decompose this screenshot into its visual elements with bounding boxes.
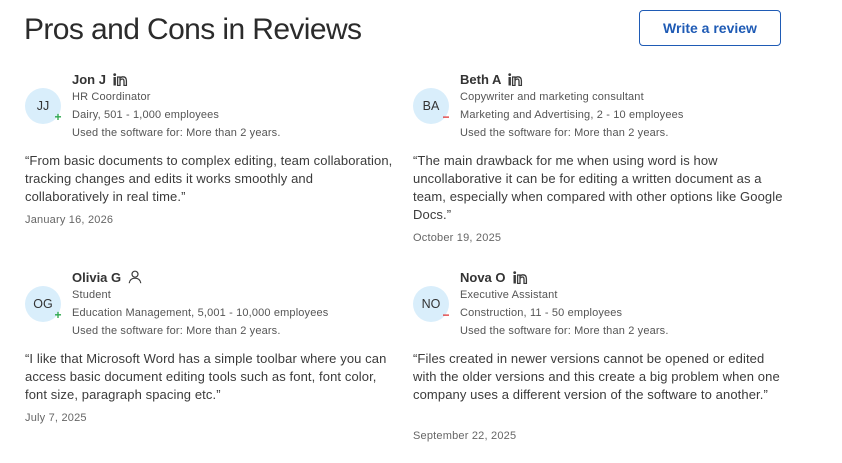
usage-duration: Used the software for: More than 2 years… (72, 127, 281, 139)
review-date: July 7, 2025 (25, 412, 87, 424)
reviewer-role: HR Coordinator (72, 91, 151, 103)
name-row: Olivia G (72, 268, 402, 286)
name-row: Jon J (72, 70, 402, 88)
pro-indicator-icon: + (54, 308, 62, 322)
reviewer-name[interactable]: Jon J (72, 72, 106, 87)
con-indicator-icon: − (442, 308, 450, 322)
usage-duration: Used the software for: More than 2 years… (460, 325, 669, 337)
reviewer-role: Executive Assistant (460, 289, 558, 301)
name-row: Nova O (460, 268, 790, 286)
reviewer-meta: Olivia G Student Education Management, 5… (72, 268, 402, 340)
reviewer-name[interactable]: Olivia G (72, 270, 121, 285)
review-quote: “From basic documents to complex editing… (25, 153, 393, 204)
reviewer-company: Dairy, 501 - 1,000 employees (72, 109, 220, 121)
reviewer-meta: Beth A Copywriter and marketing consulta… (460, 70, 790, 142)
usage-duration: Used the software for: More than 2 years… (460, 127, 669, 139)
name-row: Beth A (460, 70, 790, 88)
reviewer-role: Copywriter and marketing consultant (460, 91, 644, 103)
reviewer-meta: Nova O Executive Assistant Construction,… (460, 268, 790, 340)
reviewer-company: Education Management, 5,001 - 10,000 emp… (72, 307, 329, 319)
linkedin-icon (512, 270, 528, 284)
pro-indicator-icon: + (54, 110, 62, 124)
reviewer-role: Student (72, 289, 111, 301)
reviewer-meta: Jon J HR Coordinator Dairy, 501 - 1,000 … (72, 70, 402, 142)
reviewer-company: Marketing and Advertising, 2 - 10 employ… (460, 109, 684, 121)
usage-duration: Used the software for: More than 2 years… (72, 325, 281, 337)
reviewer-name[interactable]: Nova O (460, 270, 506, 285)
review-date: October 19, 2025 (413, 232, 502, 244)
review-quote: “The main drawback for me when using wor… (413, 153, 783, 222)
write-review-button[interactable]: Write a review (639, 10, 781, 46)
linkedin-icon (508, 72, 523, 86)
reviewer-company: Construction, 11 - 50 employees (460, 307, 623, 319)
page-title: Pros and Cons in Reviews (24, 13, 362, 46)
review-quote: “Files created in newer versions cannot … (413, 351, 780, 402)
linkedin-icon (113, 72, 128, 86)
user-icon (128, 270, 142, 284)
review-date: September 22, 2025 (413, 430, 517, 442)
reviewer-name[interactable]: Beth A (460, 72, 501, 87)
review-quote: “I like that Microsoft Word has a simple… (25, 351, 387, 402)
con-indicator-icon: − (442, 110, 450, 124)
review-date: January 16, 2026 (25, 214, 114, 226)
